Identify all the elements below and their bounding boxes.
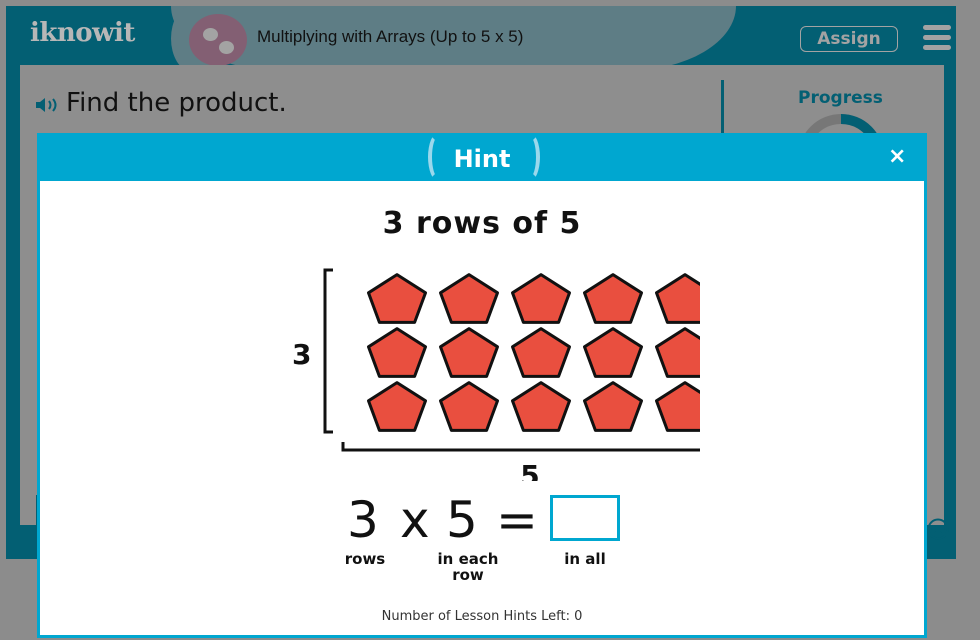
pentagon-shape [583,327,643,378]
rows-caption: rows [344,550,386,568]
pentagon-shape [655,273,700,324]
rows-count-label: 3 [292,338,311,371]
progress-label: Progress [798,88,883,108]
pentagon-shape [655,327,700,378]
answer-box [550,495,620,541]
in-all-caption: in all [564,550,606,568]
top-bar: iknowit Multiplying with Arrays (Up to 5… [6,6,956,71]
pentagon-shape [511,381,571,432]
pentagon-shape [367,381,427,432]
hint-title: Hint [453,145,511,173]
pentagon-shape [511,273,571,324]
pentagon-shape [655,381,700,432]
columns-count-label: 5 [520,459,539,481]
expand-arrows-icon[interactable] [927,518,949,540]
question-text: Find the product. [66,88,287,118]
hint-title-bracket-right [520,133,540,181]
array-title: 3 rows of 5 [382,206,582,241]
rows-bracket [323,268,333,434]
speaker-icon[interactable] [35,97,61,113]
pentagon-shape [511,327,571,378]
columns-bracket [341,442,700,452]
pentagon-shape [367,327,427,378]
equation-cols: 5 [446,491,478,549]
pentagon-shape [439,273,499,324]
pentagon-shape [439,327,499,378]
close-icon[interactable]: × [888,144,906,169]
hint-modal: Hint × 3 rows of 5 3 5 3 x 5 = rows in e… [37,133,927,638]
iknowit-logo[interactable]: iknowit [30,18,135,48]
pentagon-shape [583,273,643,324]
lesson-icon [189,14,247,66]
pentagon-shape [367,273,427,324]
equation-rows: 3 [347,491,379,549]
hamburger-menu-icon[interactable] [923,25,951,51]
cols-caption-line2: row [452,566,484,584]
hint-header: Hint × [40,133,924,181]
assign-button[interactable]: Assign [800,26,898,52]
pentagon-shape [439,381,499,432]
lesson-title: Multiplying with Arrays (Up to 5 x 5) [257,27,524,46]
lesson-icon-dot [203,28,218,41]
pentagon-shape [583,381,643,432]
logo-text: iknowit [30,18,135,48]
cols-caption-line1: in each [437,550,499,568]
lesson-icon-dot [219,41,234,54]
panel-divider [721,80,724,140]
equation-times: x [400,491,430,549]
pentagon-grid [367,273,700,432]
equation-equals: = [496,491,538,549]
hints-left-text: Number of Lesson Hints Left: 0 [381,609,583,624]
array-diagram: 3 5 [292,268,700,481]
